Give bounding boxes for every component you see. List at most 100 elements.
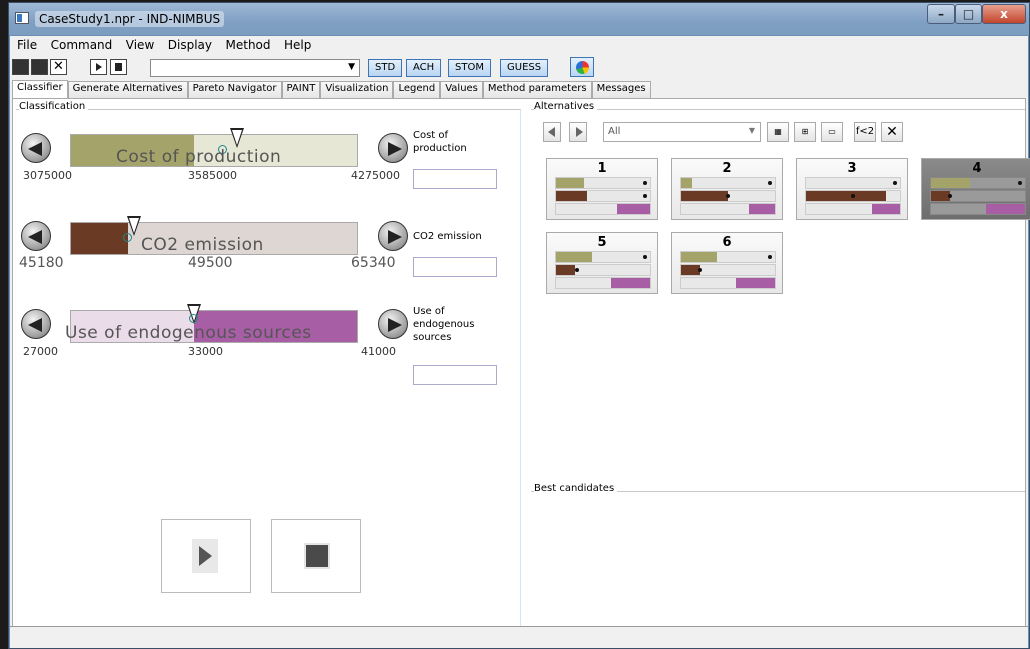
objective-value-input[interactable]: [413, 257, 497, 277]
alternative-card[interactable]: 4: [921, 158, 1030, 220]
open-folder-icon[interactable]: [12, 59, 29, 75]
guess-button[interactable]: GUESS: [500, 59, 549, 77]
alternative-mini-dot: [893, 181, 897, 185]
increase-arrow-button[interactable]: [378, 309, 408, 339]
alternative-mini-dot: [698, 268, 702, 272]
best-candidates-group: [531, 491, 1025, 634]
alternative-mini-bar: [680, 203, 776, 215]
objective-row: Cost of production 3075000 3585000 42750…: [13, 127, 518, 212]
classification-title: Classification: [19, 101, 89, 112]
color-wheel-button[interactable]: [570, 57, 594, 77]
alternative-mini-bar: [555, 203, 651, 215]
menu-display[interactable]: Display: [163, 36, 217, 52]
alternative-mini-fill: [806, 191, 886, 201]
menu-view[interactable]: View: [121, 36, 159, 52]
tab-pareto-navigator[interactable]: Pareto Navigator: [187, 81, 282, 98]
alternative-card[interactable]: 6: [671, 232, 783, 294]
decrease-arrow-button[interactable]: [21, 221, 51, 251]
alternative-mini-bar: [555, 190, 651, 202]
objective-bar-fill: [71, 223, 128, 254]
alternative-card[interactable]: 2: [671, 158, 783, 220]
alternative-mini-fill: [736, 278, 775, 288]
decrease-arrow-button[interactable]: [21, 133, 51, 163]
play-icon: [192, 539, 218, 573]
menu-method[interactable]: Method: [221, 36, 276, 52]
classifier-panel: Classification Alternatives All ▼ ▦ ⊞ ▭ f…: [12, 98, 1030, 638]
save-icon[interactable]: [31, 59, 48, 75]
alternative-card[interactable]: 3: [796, 158, 908, 220]
client-area: File Command View Display Method Help ✕ …: [10, 36, 1030, 648]
iterate-button[interactable]: [161, 519, 251, 593]
run-icon[interactable]: [90, 59, 107, 75]
alternative-mini-bar: [805, 190, 901, 202]
current-value-marker: [189, 314, 198, 323]
alternative-card[interactable]: 5: [546, 232, 658, 294]
objective-value-input[interactable]: [413, 365, 497, 385]
tab-paint[interactable]: PAINT: [281, 81, 321, 98]
objective-min-value: 3075000: [23, 169, 72, 182]
alternative-mini-dot: [643, 194, 647, 198]
objective-value-input[interactable]: [413, 169, 497, 189]
minimize-button[interactable]: –: [927, 4, 955, 24]
alternative-mini-dot: [948, 194, 952, 198]
list-view-icon[interactable]: ▭: [821, 122, 843, 142]
tab-legend[interactable]: Legend: [393, 81, 441, 98]
increase-arrow-button[interactable]: [378, 133, 408, 163]
tab-visualization[interactable]: Visualization: [320, 81, 394, 98]
alternative-mini-bar: [680, 277, 776, 289]
app-icon: [15, 12, 29, 24]
close-button[interactable]: x: [982, 4, 1026, 24]
alternative-mini-fill: [681, 178, 692, 188]
previous-alternative-button[interactable]: [543, 122, 561, 142]
increase-arrow-button[interactable]: [378, 221, 408, 251]
tab-classifier[interactable]: Classifier: [12, 80, 68, 98]
menu-file[interactable]: File: [12, 36, 42, 52]
large-grid-icon[interactable]: ▦: [767, 122, 789, 142]
tab-generate-alternatives[interactable]: Generate Alternatives: [67, 81, 188, 98]
tab-messages[interactable]: Messages: [591, 81, 651, 98]
alternative-mini-bar: [930, 177, 1026, 189]
stom-button[interactable]: STOM: [448, 59, 491, 77]
small-grid-icon[interactable]: ⊞: [794, 122, 816, 142]
menu-help[interactable]: Help: [279, 36, 316, 52]
alternative-mini-bar: [680, 251, 776, 263]
next-alternative-button[interactable]: [569, 122, 587, 142]
alternative-mini-bar: [805, 177, 901, 189]
stop-button[interactable]: [271, 519, 361, 593]
alternative-mini-fill: [681, 252, 717, 262]
alternative-mini-fill: [617, 204, 650, 214]
alternative-number: 2: [722, 161, 732, 176]
alternative-mini-fill: [556, 191, 587, 201]
alternative-mini-bar: [555, 251, 651, 263]
objective-watermark-label: Cost of production: [116, 147, 282, 167]
objective-mid-value: 33000: [188, 345, 223, 358]
maximize-button[interactable]: □: [955, 4, 982, 24]
objective-watermark-label: CO2 emission: [141, 235, 264, 255]
stop-icon[interactable]: [110, 59, 127, 75]
objective-max-value: 4275000: [351, 169, 400, 182]
objective-min-value: 27000: [23, 345, 58, 358]
alternative-mini-dot: [643, 181, 647, 185]
filter-function-button[interactable]: f<2: [854, 122, 876, 142]
method-select[interactable]: ▼: [150, 59, 360, 77]
close-file-icon[interactable]: ✕: [50, 59, 67, 75]
std-button[interactable]: STD: [368, 59, 403, 77]
alternatives-filter-select[interactable]: All ▼: [603, 122, 761, 142]
alternative-card[interactable]: 1: [546, 158, 658, 220]
decrease-arrow-button[interactable]: [21, 309, 51, 339]
alternative-mini-fill: [556, 178, 584, 188]
alternative-number: 1: [597, 161, 607, 176]
aspiration-marker[interactable]: [230, 128, 244, 148]
alternative-mini-fill: [556, 265, 575, 275]
tab-values[interactable]: Values: [440, 81, 483, 98]
current-value-marker: [123, 233, 132, 242]
alternative-mini-bar: [805, 203, 901, 215]
color-wheel-icon: [576, 61, 589, 74]
tab-method-parameters[interactable]: Method parameters: [482, 81, 592, 98]
alternative-mini-dot: [851, 194, 855, 198]
ach-button[interactable]: ACH: [406, 59, 442, 77]
clear-alternatives-button[interactable]: ✕: [881, 122, 903, 142]
menu-command[interactable]: Command: [46, 36, 118, 52]
window-title: CaseStudy1.npr - IND-NIMBUS: [35, 11, 225, 27]
alternative-number: 4: [972, 161, 982, 176]
